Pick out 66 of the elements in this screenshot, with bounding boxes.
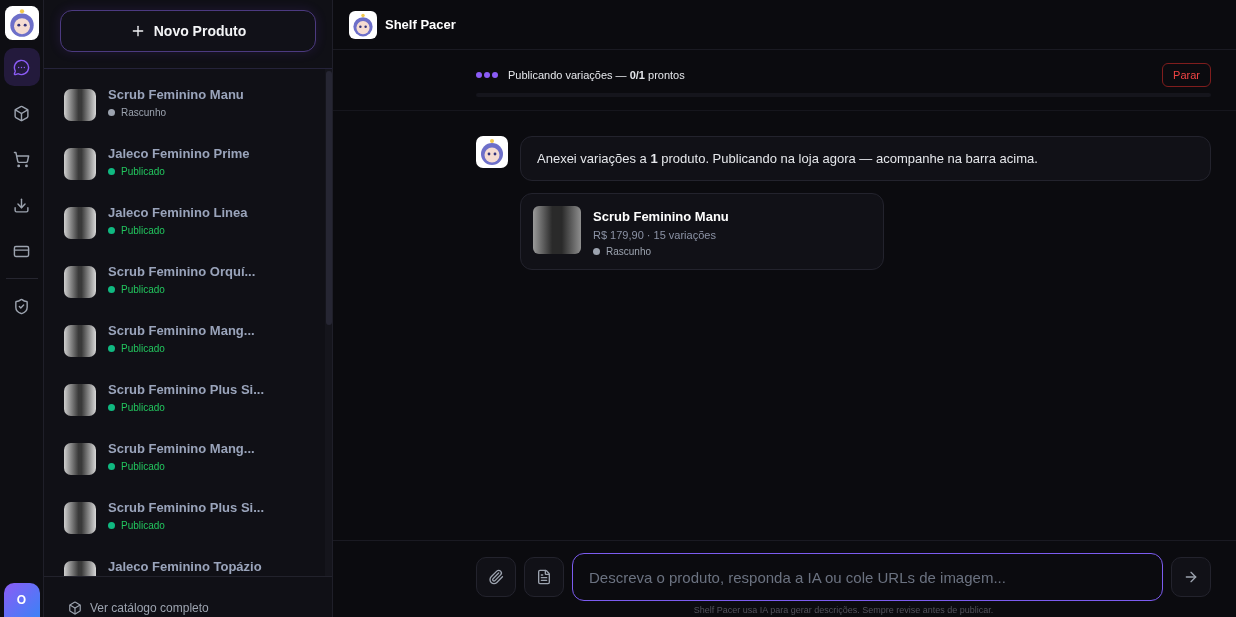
scrollbar-thumb[interactable] bbox=[326, 71, 332, 325]
status-label: Publicado bbox=[121, 225, 165, 236]
photo-placeholder bbox=[64, 266, 96, 298]
product-name: Jaleco Feminino Prime bbox=[108, 146, 250, 161]
status-label: Publicado bbox=[121, 461, 165, 472]
product-list-item[interactable]: Scrub Feminino Mang... Publicado bbox=[44, 443, 325, 502]
product-name: Scrub Feminino Mang... bbox=[108, 323, 255, 338]
product-list-item[interactable]: Scrub Feminino Orquí... Publicado bbox=[44, 266, 325, 325]
mascot-logo bbox=[476, 136, 508, 168]
user-avatar[interactable]: O bbox=[3, 583, 40, 617]
catalog-link[interactable]: Ver catálogo completo bbox=[90, 601, 209, 615]
new-product-button[interactable]: Novo Produto bbox=[60, 10, 316, 52]
status-label: Publicado bbox=[121, 166, 165, 177]
shield-check-icon bbox=[13, 297, 30, 315]
product-list-item[interactable]: Scrub Feminino Manu Rascunho bbox=[44, 89, 325, 148]
progress-status-text: Publicando variações — 0/1 prontos bbox=[508, 69, 686, 81]
attach-button[interactable] bbox=[476, 557, 516, 597]
rail-nav-button[interactable] bbox=[3, 48, 40, 86]
mascot-logo bbox=[4, 6, 39, 40]
product-list-item[interactable]: Jaleco Feminino Topázio bbox=[44, 561, 325, 576]
product-name: Scrub Feminino Plus Si... bbox=[108, 500, 265, 515]
product-name: Scrub Feminino Plus Si... bbox=[108, 382, 265, 397]
document-icon bbox=[536, 569, 552, 585]
product-list-item[interactable]: Jaleco Feminino Linea Publicado bbox=[44, 207, 325, 266]
paperclip-icon bbox=[488, 569, 504, 585]
product-name: Scrub Feminino Manu bbox=[108, 87, 244, 102]
cart-icon bbox=[13, 150, 30, 168]
product-name: Scrub Feminino Mang... bbox=[108, 441, 255, 456]
status-label: Publicado bbox=[121, 402, 165, 413]
product-name: Jaleco Feminino Topázio bbox=[108, 559, 262, 574]
chat-icon bbox=[13, 58, 30, 76]
download-icon bbox=[13, 196, 30, 214]
assistant-message: Anexei variações a 1 produto. Publicando na loja agora — acompanhe na barra acima. bbox=[520, 136, 1211, 181]
photo-placeholder bbox=[64, 325, 96, 357]
product-name: Jaleco Feminino Linea bbox=[108, 205, 248, 220]
status-label: Publicado bbox=[121, 520, 165, 531]
photo-placeholder bbox=[64, 148, 96, 180]
photo-placeholder bbox=[64, 89, 96, 121]
send-button[interactable] bbox=[1171, 557, 1211, 597]
mascot-logo bbox=[349, 10, 377, 39]
photo-placeholder bbox=[64, 207, 96, 239]
cube-icon bbox=[68, 601, 82, 615]
disclaimer-note: Shelf Pacer usa IA para gerar descrições. Sempre revise antes de publicar. bbox=[693, 605, 994, 615]
stop-button[interactable]: Parar bbox=[1162, 63, 1211, 87]
app-title: Shelf Pacer bbox=[385, 17, 456, 32]
message-input[interactable]: Descreva o produto, responda a IA ou cole URLs de imagem... bbox=[572, 553, 1163, 601]
product-list-item[interactable]: Scrub Feminino Plus Si... Publicado bbox=[44, 502, 325, 561]
photo-placeholder bbox=[64, 502, 96, 534]
product-list-item[interactable]: Scrub Feminino Mang... Publicado bbox=[44, 325, 325, 384]
cube-icon bbox=[13, 104, 30, 122]
photo-placeholder bbox=[64, 384, 96, 416]
status-label: Rascunho bbox=[606, 246, 652, 257]
status-label: Rascunho bbox=[121, 107, 167, 118]
document-button[interactable] bbox=[524, 557, 564, 597]
product-name: Scrub Feminino Manu bbox=[593, 209, 729, 224]
typing-dots-icon bbox=[476, 72, 498, 78]
photo-placeholder bbox=[64, 443, 96, 475]
photo-placeholder bbox=[533, 206, 581, 254]
status-label: Publicado bbox=[121, 343, 165, 354]
product-name: Scrub Feminino Orquí... bbox=[108, 264, 256, 279]
product-details: R$ 179,90 · 15 variações bbox=[593, 229, 717, 241]
product-list-item[interactable]: Jaleco Feminino Prime Publicado bbox=[44, 148, 325, 207]
product-list-item[interactable]: Scrub Feminino Plus Si... Publicado bbox=[44, 384, 325, 443]
product-card[interactable]: Scrub Feminino Manu R$ 179,90 · 15 variações Rascunho bbox=[520, 193, 884, 270]
arrow-right-icon bbox=[1183, 569, 1199, 585]
status-label: Publicado bbox=[121, 284, 165, 295]
